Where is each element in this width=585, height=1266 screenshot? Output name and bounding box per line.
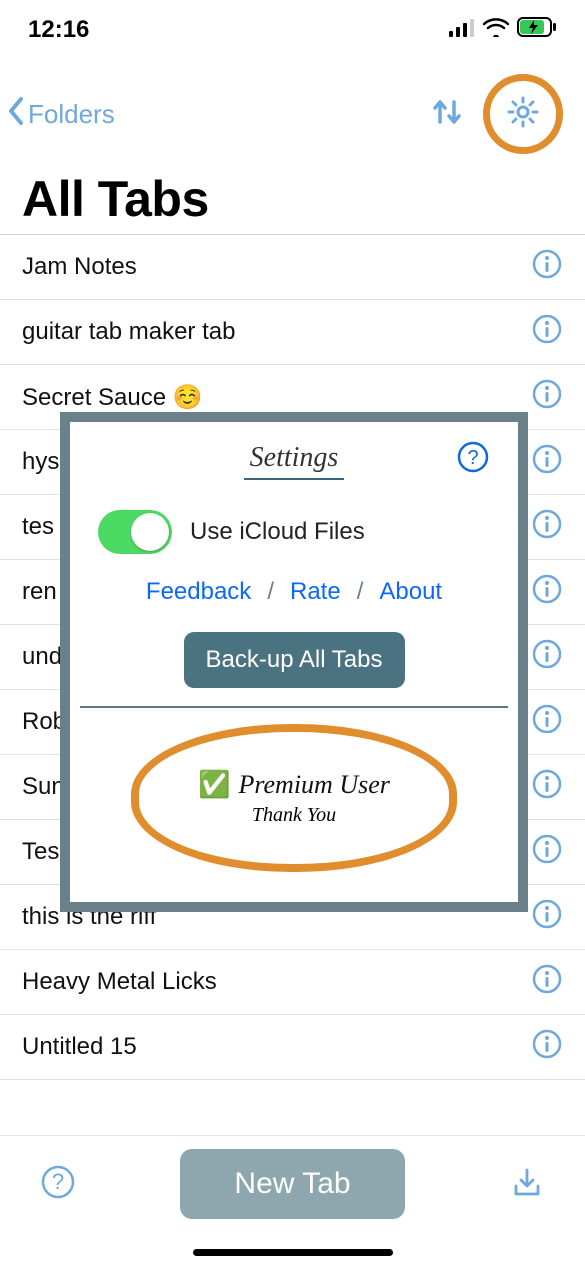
list-item-label: Jam Notes	[22, 253, 137, 281]
status-bar: 12:16	[0, 0, 585, 54]
thank-you-text: Thank You	[252, 804, 336, 827]
wifi-icon	[483, 16, 509, 44]
list-item-label: Untitled 15	[22, 1033, 137, 1061]
settings-modal: Settings ? Use iCloud Files Feedback / R…	[60, 412, 528, 912]
list-item-label: Sun	[22, 773, 65, 801]
gear-icon[interactable]	[505, 94, 541, 135]
info-icon[interactable]	[531, 378, 563, 417]
svg-text:?: ?	[467, 447, 478, 469]
list-item[interactable]: Untitled 15	[0, 1015, 585, 1080]
feedback-link[interactable]: Feedback	[146, 578, 251, 606]
status-indicators	[449, 16, 557, 44]
info-icon[interactable]	[531, 573, 563, 612]
modal-divider	[80, 706, 508, 708]
info-icon[interactable]	[531, 703, 563, 742]
info-icon[interactable]	[531, 508, 563, 547]
list-item-label: guitar tab maker tab	[22, 318, 235, 346]
battery-icon	[517, 16, 557, 44]
help-icon[interactable]: ?	[40, 1164, 76, 1205]
icloud-label: Use iCloud Files	[190, 518, 365, 546]
bottom-toolbar: ? New Tab	[0, 1135, 585, 1232]
home-indicator	[193, 1249, 393, 1256]
list-item-label: hys	[22, 448, 59, 476]
new-tab-button[interactable]: New Tab	[180, 1149, 404, 1219]
gear-highlight	[483, 74, 563, 154]
info-icon[interactable]	[531, 898, 563, 937]
separator: /	[357, 578, 364, 606]
list-item[interactable]: Jam Notes	[0, 235, 585, 300]
sort-icon[interactable]	[429, 94, 465, 135]
back-label: Folders	[28, 99, 115, 130]
separator: /	[267, 578, 274, 606]
page-title: All Tabs	[22, 170, 585, 228]
premium-highlight: ✅ Premium User Thank You	[131, 724, 457, 872]
svg-text:?: ?	[52, 1169, 64, 1194]
icloud-toggle[interactable]	[98, 510, 172, 554]
list-item-label: ren	[22, 578, 57, 606]
settings-help-icon[interactable]: ?	[456, 440, 490, 479]
rate-link[interactable]: Rate	[290, 578, 341, 606]
list-item-label: Tes	[22, 838, 59, 866]
info-icon[interactable]	[531, 1028, 563, 1067]
check-icon: ✅	[198, 770, 230, 800]
chevron-left-icon	[6, 96, 26, 133]
cellular-icon	[449, 16, 475, 44]
list-item-label: und	[22, 643, 62, 671]
list-item[interactable]: Heavy Metal Licks	[0, 950, 585, 1015]
info-icon[interactable]	[531, 443, 563, 482]
list-item-label: tes	[22, 513, 54, 541]
backup-button[interactable]: Back-up All Tabs	[184, 632, 405, 688]
settings-title: Settings	[244, 442, 345, 480]
info-icon[interactable]	[531, 638, 563, 677]
premium-status: ✅ Premium User	[198, 770, 390, 800]
info-icon[interactable]	[531, 768, 563, 807]
info-icon[interactable]	[531, 313, 563, 352]
status-time: 12:16	[28, 16, 89, 44]
info-icon[interactable]	[531, 963, 563, 1002]
import-icon[interactable]	[509, 1164, 545, 1205]
info-icon[interactable]	[531, 833, 563, 872]
about-link[interactable]: About	[379, 578, 442, 606]
info-icon[interactable]	[531, 248, 563, 287]
list-item-label: Secret Sauce ☺️	[22, 383, 203, 412]
nav-row: Folders	[0, 54, 585, 154]
list-item-label: Heavy Metal Licks	[22, 968, 217, 996]
list-item[interactable]: guitar tab maker tab	[0, 300, 585, 365]
premium-label: Premium User	[238, 770, 389, 800]
back-button[interactable]: Folders	[6, 96, 115, 133]
